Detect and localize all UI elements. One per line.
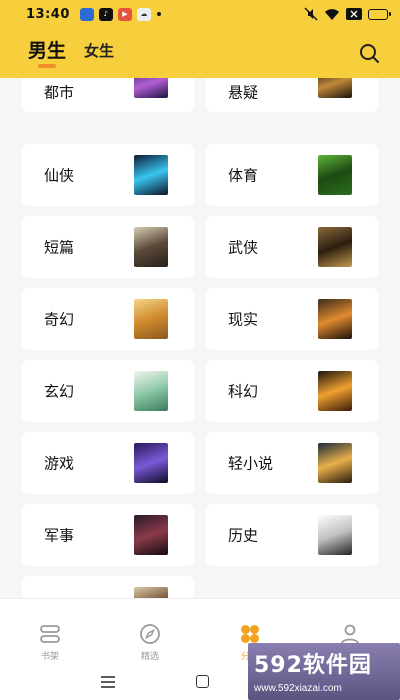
category-label: 奇幻 xyxy=(44,310,75,329)
book-cover-image xyxy=(318,299,352,339)
tiktok-icon: ♪ xyxy=(98,7,113,21)
category-card-kehuan[interactable]: 科幻 xyxy=(206,360,378,422)
nav-label: 书架 xyxy=(40,652,59,662)
category-card-xianxia[interactable]: 仙侠 xyxy=(22,144,194,206)
wifi-icon xyxy=(325,8,339,20)
watermark-url: www.592xiazai.com xyxy=(254,683,342,694)
category-card-partial[interactable] xyxy=(22,576,194,598)
tab-female[interactable]: 女生 xyxy=(84,40,114,63)
tab-male[interactable]: 男生 xyxy=(28,36,66,68)
category-label: 短篇 xyxy=(44,238,75,257)
book-cover-image xyxy=(318,78,352,98)
category-card-wuxia[interactable]: 武侠 xyxy=(206,216,378,278)
category-icon xyxy=(241,625,259,643)
category-label: 轻小说 xyxy=(228,454,274,473)
category-label: 历史 xyxy=(228,526,259,545)
category-card-dushi[interactable]: 都市 xyxy=(22,78,194,112)
category-label: 军事 xyxy=(44,526,75,545)
category-card-xuanhuan[interactable]: 玄幻 xyxy=(22,360,194,422)
system-home-icon[interactable] xyxy=(196,675,209,688)
site-watermark: 592软件园 www.592xiazai.com xyxy=(248,643,400,700)
nav-label: 精选 xyxy=(140,652,159,662)
status-time: 13:40 xyxy=(26,6,70,22)
book-cover-image xyxy=(134,78,168,98)
more-dot-icon xyxy=(156,12,161,16)
category-grid: 都市 悬疑 仙侠 体育 短篇 武侠 奇幻 现实 玄幻 科幻 游戏 轻小说 军事 … xyxy=(0,78,400,598)
category-card-xuanyi[interactable]: 悬疑 xyxy=(206,78,378,112)
video-icon: ▶ xyxy=(117,7,132,21)
notification-icons: ♪ ▶ ☁ xyxy=(79,7,151,21)
app-notification-icon xyxy=(79,7,94,21)
category-card-youxi[interactable]: 游戏 xyxy=(22,432,194,494)
status-bar: 13:40 ♪ ▶ ☁ xyxy=(0,0,400,28)
category-card-junshi[interactable]: 军事 xyxy=(22,504,194,566)
battery-icon xyxy=(368,8,391,20)
mute-icon xyxy=(304,7,318,21)
category-label: 武侠 xyxy=(228,238,259,257)
nav-bookshelf[interactable]: 书架 xyxy=(20,609,80,662)
book-cover-image xyxy=(318,227,352,267)
category-label: 科幻 xyxy=(228,382,259,401)
book-cover-image xyxy=(134,155,168,195)
book-cover-image xyxy=(134,443,168,483)
category-card-xianshi[interactable]: 现实 xyxy=(206,288,378,350)
book-cover-image xyxy=(134,371,168,411)
bookshelf-icon xyxy=(40,625,60,643)
book-cover-image xyxy=(134,587,168,598)
book-cover-image xyxy=(318,155,352,195)
category-label: 玄幻 xyxy=(44,382,75,401)
status-right-icons xyxy=(304,7,391,21)
category-label: 悬疑 xyxy=(228,83,259,102)
header: 13:40 ♪ ▶ ☁ 男生 女生 xyxy=(0,0,400,78)
profile-icon xyxy=(340,624,360,645)
book-cover-image xyxy=(134,515,168,555)
category-card-duanpian[interactable]: 短篇 xyxy=(22,216,194,278)
book-cover-image xyxy=(318,515,352,555)
category-label: 现实 xyxy=(228,310,259,329)
book-cover-image xyxy=(318,371,352,411)
screen: 13:40 ♪ ▶ ☁ 男生 女生 都市 悬疑 仙侠 体育 短篇 武侠 奇幻 现… xyxy=(0,0,400,700)
nav-featured[interactable]: 精选 xyxy=(120,609,180,662)
category-card-qingxiaoshuo[interactable]: 轻小说 xyxy=(206,432,378,494)
category-label: 都市 xyxy=(44,83,75,102)
category-card-lishi[interactable]: 历史 xyxy=(206,504,378,566)
book-cover-image xyxy=(134,227,168,267)
category-label: 游戏 xyxy=(44,454,75,473)
gender-tabs: 男生 女生 xyxy=(28,36,114,68)
category-label: 仙侠 xyxy=(44,166,75,185)
book-cover-image xyxy=(134,299,168,339)
category-label: 体育 xyxy=(228,166,259,185)
compass-icon xyxy=(140,624,160,644)
watermark-title: 592软件园 xyxy=(254,653,372,678)
category-card-tiyu[interactable]: 体育 xyxy=(206,144,378,206)
category-card-qihuan[interactable]: 奇幻 xyxy=(22,288,194,350)
search-icon[interactable] xyxy=(358,42,380,64)
book-cover-image xyxy=(318,443,352,483)
sim-icon xyxy=(346,8,362,20)
cloud-icon: ☁ xyxy=(136,7,151,21)
system-menu-icon[interactable] xyxy=(101,676,115,688)
